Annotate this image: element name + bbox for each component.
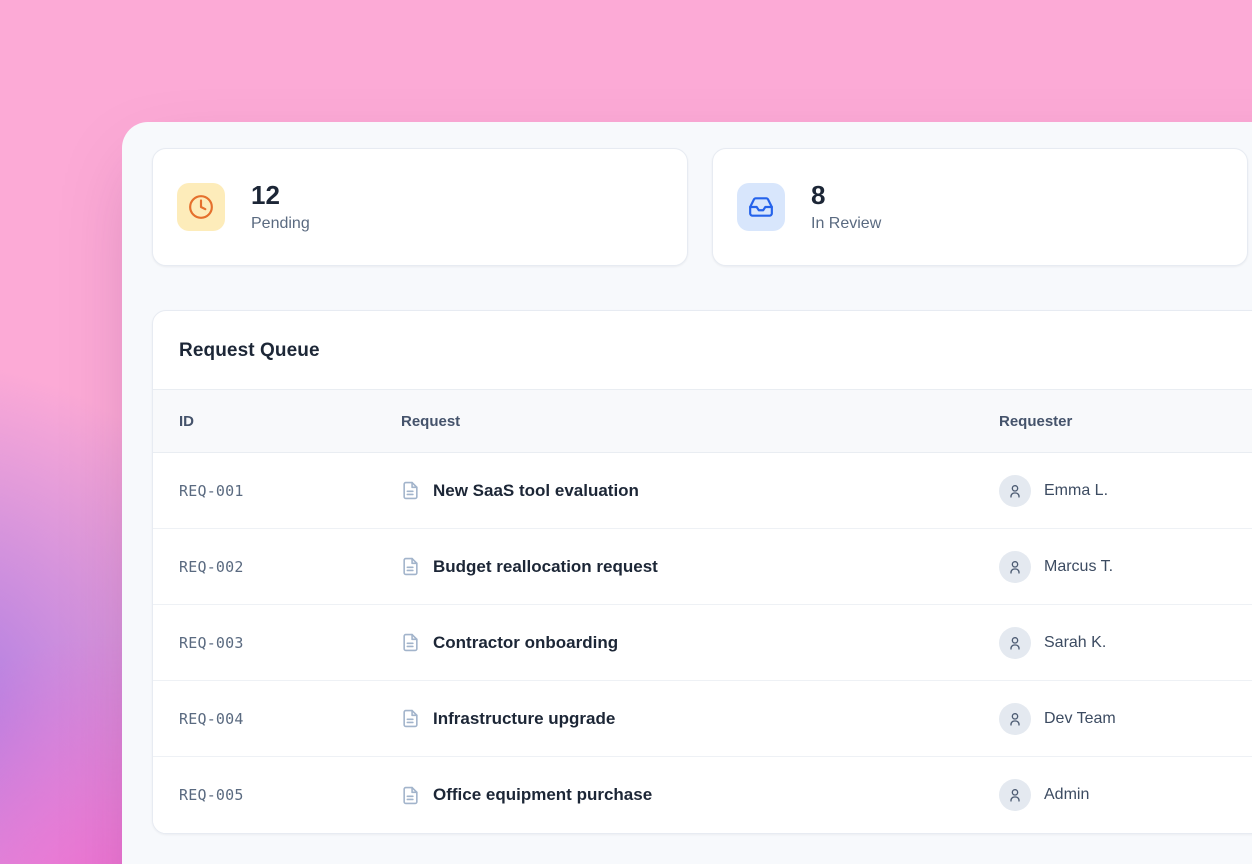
request-cell: Contractor onboarding — [401, 633, 999, 653]
table-row[interactable]: REQ-002 Budget reallocation request Marc… — [153, 529, 1252, 605]
desktop-background: { "stats": [ { "value": "12", "label": "… — [0, 0, 1252, 864]
file-text-icon — [401, 633, 420, 652]
request-cell: Infrastructure upgrade — [401, 709, 999, 729]
file-text-icon — [401, 709, 420, 728]
clock-icon — [177, 183, 225, 231]
requester-name: Emma L. — [1044, 482, 1108, 500]
table-header-row: ID Request Requester — [153, 389, 1252, 453]
app-panel: 12 Pending 8 In Review Request Queue — [122, 122, 1252, 864]
table-row[interactable]: REQ-001 New SaaS tool evaluation Emma L. — [153, 453, 1252, 529]
user-avatar-icon — [999, 475, 1031, 507]
inbox-icon — [737, 183, 785, 231]
card-title: Request Queue — [179, 340, 1252, 362]
request-title: New SaaS tool evaluation — [433, 481, 639, 501]
requester-cell: Dev Team — [999, 703, 1252, 735]
requester-cell: Sarah K. — [999, 627, 1252, 659]
requester-name: Admin — [1044, 786, 1089, 804]
stats-row: 12 Pending 8 In Review — [152, 148, 1252, 266]
request-id: REQ-004 — [179, 710, 401, 728]
user-avatar-icon — [999, 779, 1031, 811]
table-row[interactable]: REQ-004 Infrastructure upgrade Dev Team — [153, 681, 1252, 757]
stat-text-pending: 12 Pending — [251, 181, 310, 233]
requester-cell: Admin — [999, 779, 1252, 811]
column-header-requester: Requester — [999, 413, 1252, 430]
file-text-icon — [401, 557, 420, 576]
request-id: REQ-001 — [179, 482, 401, 500]
user-avatar-icon — [999, 551, 1031, 583]
requester-cell: Marcus T. — [999, 551, 1252, 583]
stat-card-in-review: 8 In Review — [712, 148, 1248, 266]
stat-value: 8 — [811, 181, 881, 211]
column-header-request: Request — [401, 413, 999, 430]
requester-cell: Emma L. — [999, 475, 1252, 507]
requester-name: Dev Team — [1044, 710, 1116, 728]
requester-name: Sarah K. — [1044, 634, 1106, 652]
request-id: REQ-002 — [179, 558, 401, 576]
inbox-icon-glyph — [748, 194, 774, 220]
user-avatar-icon — [999, 703, 1031, 735]
request-cell: New SaaS tool evaluation — [401, 481, 999, 501]
requester-name: Marcus T. — [1044, 558, 1113, 576]
stat-value: 12 — [251, 181, 310, 211]
user-avatar-icon — [999, 627, 1031, 659]
table-body: REQ-001 New SaaS tool evaluation Emma L. — [153, 453, 1252, 833]
request-cell: Budget reallocation request — [401, 557, 999, 577]
table-row[interactable]: REQ-005 Office equipment purchase Admin — [153, 757, 1252, 833]
stat-label: Pending — [251, 215, 310, 233]
column-header-id: ID — [179, 413, 401, 430]
request-title: Contractor onboarding — [433, 633, 618, 653]
stat-text-in-review: 8 In Review — [811, 181, 881, 233]
stat-label: In Review — [811, 215, 881, 233]
stat-card-pending: 12 Pending — [152, 148, 688, 266]
file-text-icon — [401, 786, 420, 805]
request-title: Infrastructure upgrade — [433, 709, 615, 729]
file-text-icon — [401, 481, 420, 500]
card-header: Request Queue — [153, 311, 1252, 389]
table-row[interactable]: REQ-003 Contractor onboarding Sarah K. — [153, 605, 1252, 681]
request-title: Office equipment purchase — [433, 785, 652, 805]
request-title: Budget reallocation request — [433, 557, 658, 577]
request-queue-card: Request Queue ID Request Requester REQ-0… — [152, 310, 1252, 834]
request-cell: Office equipment purchase — [401, 785, 999, 805]
clock-icon-glyph — [188, 194, 214, 220]
request-id: REQ-005 — [179, 786, 401, 804]
request-id: REQ-003 — [179, 634, 401, 652]
